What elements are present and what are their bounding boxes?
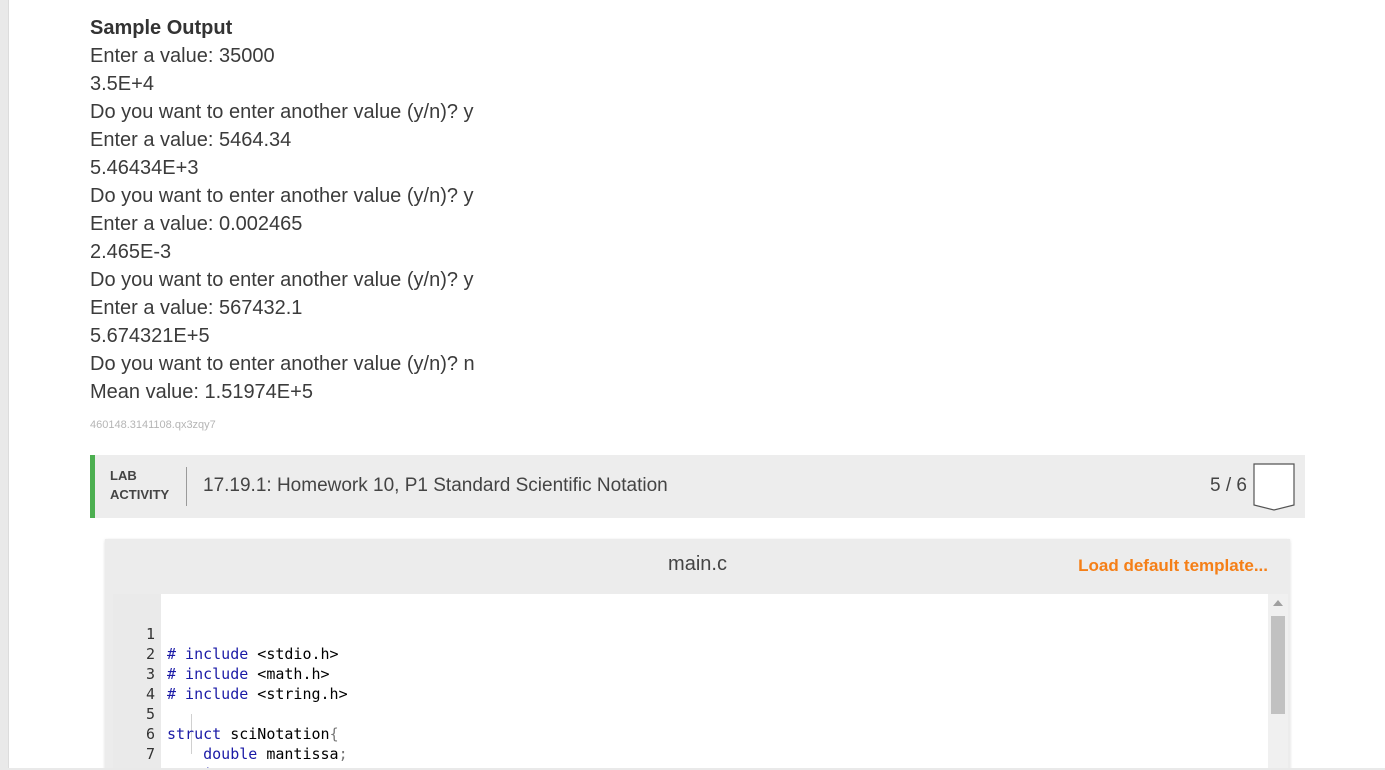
code-line[interactable]: 7 int exponent; (113, 724, 321, 768)
sample-line: 5.46434E+3 (90, 157, 199, 179)
code-text: int exponent; (167, 764, 320, 768)
sample-line: Enter a value: 35000 (90, 45, 275, 67)
code-text: # include <stdio.h> (167, 645, 339, 663)
sample-line: 2.465E-3 (90, 241, 172, 263)
code-line[interactable]: 8 }; (113, 744, 185, 768)
sample-line: Enter a value: 0.002465 (90, 213, 303, 235)
code-editor-panel: main.c Load default template... 1 # incl… (105, 539, 1290, 768)
code-line[interactable]: 4 (113, 664, 185, 703)
page: Sample Output Enter a value: 35000 3.5E+… (8, 0, 1385, 768)
sample-output: Sample Output Enter a value: 35000 3.5E+… (90, 14, 475, 406)
code-line[interactable]: 3 # include <string.h> (113, 644, 348, 703)
vertical-scrollbar[interactable] (1268, 594, 1288, 768)
header-divider (186, 467, 187, 506)
code-text: # include <string.h> (167, 685, 348, 703)
code-text: struct sciNotation{ (167, 725, 339, 743)
load-default-template-link[interactable]: Load default template... (1078, 556, 1268, 576)
sample-line: Do you want to enter another value (y/n)… (90, 185, 474, 207)
code-line[interactable]: 5 struct sciNotation{ (113, 684, 339, 743)
sample-line: Enter a value: 567432.1 (90, 297, 303, 319)
sample-line: Do you want to enter another value (y/n)… (90, 101, 474, 123)
lab-tag-line1: LAB (110, 468, 137, 483)
lab-title: 17.19.1: Homework 10, P1 Standard Scient… (203, 475, 668, 496)
sample-line: 3.5E+4 (90, 73, 154, 95)
scroll-up-arrow-icon[interactable] (1273, 600, 1283, 606)
completion-badge-icon (1253, 463, 1295, 511)
lab-score: 5 / 6 (1210, 475, 1247, 496)
sample-output-title: Sample Output (90, 17, 233, 39)
sample-line: Mean value: 1.51974E+5 (90, 381, 313, 403)
reference-id: 460148.3141108.qx3zqy7 (90, 419, 216, 431)
lab-activity-header: LAB ACTIVITY 17.19.1: Homework 10, P1 St… (90, 455, 1305, 518)
code-text: double mantissa; (203, 745, 348, 763)
code-text: # include <math.h> (167, 665, 330, 683)
code-line[interactable]: 1 # include <stdio.h> (113, 604, 339, 663)
code-line[interactable]: 2 # include <math.h> (113, 624, 330, 683)
sample-line: Do you want to enter another value (y/n)… (90, 269, 474, 291)
lab-tag-line2: ACTIVITY (110, 487, 170, 502)
line-number: 8 (113, 764, 155, 768)
code-editor[interactable]: 1 # include <stdio.h> 2 # include <math.… (113, 594, 1288, 768)
code-line[interactable]: 6 double mantissa; (113, 704, 348, 763)
sample-line: Enter a value: 5464.34 (90, 129, 292, 151)
lab-activity-tag: LAB ACTIVITY (110, 466, 169, 504)
sample-line: 5.674321E+5 (90, 325, 210, 347)
sample-line: Do you want to enter another value (y/n)… (90, 353, 475, 375)
scrollbar-thumb[interactable] (1271, 616, 1285, 714)
